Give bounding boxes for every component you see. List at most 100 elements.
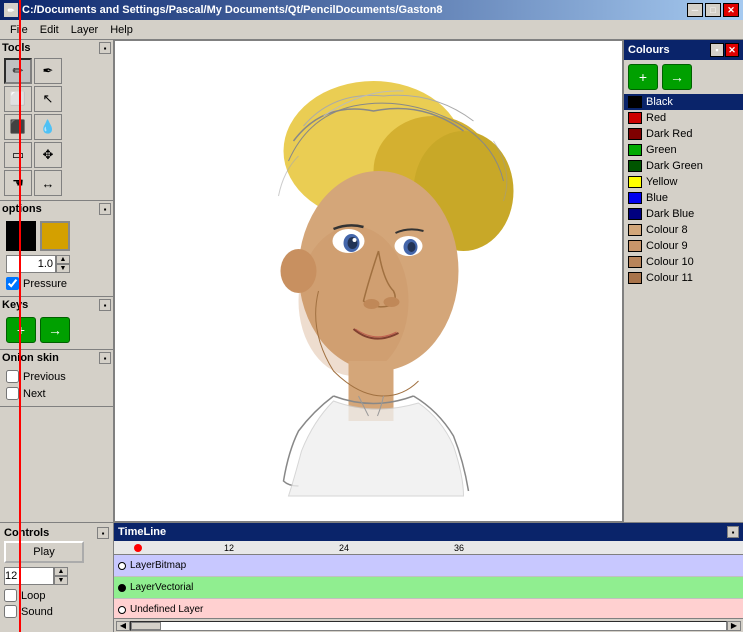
- color-add-btn[interactable]: +: [628, 64, 658, 90]
- previous-row: Previous: [6, 370, 107, 383]
- size-input[interactable]: 1.0: [6, 255, 56, 273]
- scroll-right-btn[interactable]: ▶: [727, 621, 741, 631]
- color-add-buttons: + →: [624, 60, 743, 94]
- key-add-btn[interactable]: +: [6, 317, 36, 343]
- primary-color-box[interactable]: [6, 221, 36, 251]
- tool-select[interactable]: ⬜: [4, 86, 32, 112]
- scroll-left-btn[interactable]: ◀: [116, 621, 130, 631]
- color-item[interactable]: Black: [624, 94, 743, 110]
- color-item[interactable]: Colour 8: [624, 222, 743, 238]
- tool-eraser[interactable]: ⬛: [4, 114, 32, 140]
- tool-arrow[interactable]: ↖: [34, 86, 62, 112]
- timeline-label: TimeLine: [118, 526, 166, 538]
- options-section: options ▪ 1.0 ▲ ▼: [0, 201, 113, 297]
- track-circle-undefined: [118, 606, 126, 614]
- left-panel: Tools ▪ ✏ ✒ ⬜ ↖ ⬛ 💧 ▭ ✥ ☚ ↔: [0, 40, 114, 522]
- frame-input[interactable]: 12: [4, 567, 54, 585]
- colors-header-buttons: ▪ ✕: [710, 43, 739, 57]
- size-up-btn[interactable]: ▲: [56, 255, 70, 264]
- key-remove-btn[interactable]: →: [40, 317, 70, 343]
- color-swatch: [628, 240, 642, 252]
- track-circle-bitmap: [118, 562, 126, 570]
- track-vector-name: LayerVectorial: [114, 577, 743, 598]
- scrollbar-track[interactable]: [130, 621, 727, 631]
- color-name: Blue: [646, 192, 668, 204]
- menu-layer[interactable]: Layer: [65, 22, 105, 38]
- loop-checkbox[interactable]: [4, 589, 17, 602]
- color-name: Colour 10: [646, 256, 694, 268]
- window-title: C:/Documents and Settings/Pascal/My Docu…: [22, 4, 687, 16]
- onion-float-btn[interactable]: ▪: [99, 352, 111, 364]
- ruler-needle: [134, 544, 142, 552]
- colors-label: Colours: [628, 44, 670, 56]
- menubar: File Edit Layer Help: [0, 20, 743, 40]
- timeline-float-btn[interactable]: ▪: [727, 526, 739, 538]
- tool-pencil[interactable]: ✏: [4, 58, 32, 84]
- sound-checkbox[interactable]: [4, 605, 17, 618]
- color-item[interactable]: Dark Red: [624, 126, 743, 142]
- color-item[interactable]: Colour 9: [624, 238, 743, 254]
- track-bitmap[interactable]: LayerBitmap: [114, 555, 743, 577]
- color-name: Red: [646, 112, 666, 124]
- frame-down-btn[interactable]: ▼: [54, 576, 68, 585]
- scrollbar-thumb[interactable]: [131, 622, 161, 630]
- color-item[interactable]: Yellow: [624, 174, 743, 190]
- menu-help[interactable]: Help: [104, 22, 139, 38]
- color-item[interactable]: Red: [624, 110, 743, 126]
- color-item[interactable]: Colour 10: [624, 254, 743, 270]
- tool-rect[interactable]: ▭: [4, 142, 32, 168]
- play-button[interactable]: Play: [4, 541, 84, 563]
- colors-restore-btn[interactable]: ▪: [710, 43, 724, 57]
- frame-up-btn[interactable]: ▲: [54, 567, 68, 576]
- timeline-scrollbar: ◀ ▶: [114, 618, 743, 632]
- keys-float-btn[interactable]: ▪: [99, 299, 111, 311]
- close-button[interactable]: ✕: [723, 3, 739, 17]
- controls-label: Controls: [4, 527, 49, 539]
- color-dup-btn[interactable]: →: [662, 64, 692, 90]
- size-down-btn[interactable]: ▼: [56, 264, 70, 273]
- timeline-area: TimeLine ▪ 12 24 36 LayerBitmap: [114, 523, 743, 632]
- track-undefined[interactable]: Undefined Layer: [114, 599, 743, 618]
- secondary-color-box[interactable]: [40, 221, 70, 251]
- colors-header: Colours ▪ ✕: [624, 40, 743, 60]
- tool-flip[interactable]: ↔: [34, 170, 62, 196]
- color-swatch: [628, 176, 642, 188]
- size-spinner: 1.0 ▲ ▼: [6, 255, 107, 273]
- bottom-panel: Controls ▪ Play 12 ▲ ▼ Loop Sound: [0, 522, 743, 632]
- pressure-checkbox[interactable]: [6, 277, 19, 290]
- color-swatch: [628, 112, 642, 124]
- content-row: Tools ▪ ✏ ✒ ⬜ ↖ ⬛ 💧 ▭ ✥ ☚ ↔: [0, 40, 743, 522]
- colors-close-btn[interactable]: ✕: [725, 43, 739, 57]
- keys-label: Keys: [2, 299, 28, 311]
- keys-section: Keys ▪ + →: [0, 297, 113, 350]
- minimize-button[interactable]: ─: [687, 3, 703, 17]
- titlebar-buttons: ─ □ ✕: [687, 3, 739, 17]
- tool-transform[interactable]: ✥: [34, 142, 62, 168]
- tool-hand[interactable]: ☚: [4, 170, 32, 196]
- tool-pen[interactable]: ✒: [34, 58, 62, 84]
- color-item[interactable]: Blue: [624, 190, 743, 206]
- main-container: Tools ▪ ✏ ✒ ⬜ ↖ ⬛ 💧 ▭ ✥ ☚ ↔: [0, 40, 743, 632]
- color-item[interactable]: Dark Green: [624, 158, 743, 174]
- color-name: Colour 8: [646, 224, 688, 236]
- canvas-area[interactable]: [114, 40, 623, 522]
- next-row: Next: [6, 387, 107, 400]
- tool-dropper[interactable]: 💧: [34, 114, 62, 140]
- previous-checkbox[interactable]: [6, 370, 19, 383]
- color-item[interactable]: Green: [624, 142, 743, 158]
- menu-edit[interactable]: Edit: [34, 22, 65, 38]
- next-checkbox[interactable]: [6, 387, 19, 400]
- controls-bottom: Controls ▪ Play 12 ▲ ▼ Loop Sound: [0, 523, 114, 632]
- color-swatch: [628, 96, 642, 108]
- maximize-button[interactable]: □: [705, 3, 721, 17]
- sound-label: Sound: [21, 606, 53, 618]
- size-spin-btns: ▲ ▼: [56, 255, 70, 273]
- options-float-btn[interactable]: ▪: [99, 203, 111, 215]
- tools-float-btn[interactable]: ▪: [99, 42, 111, 54]
- track-vector[interactable]: LayerVectorial: [114, 577, 743, 599]
- color-item[interactable]: Colour 11: [624, 270, 743, 286]
- controls-float-btn[interactable]: ▪: [97, 527, 109, 539]
- onion-section: Onion skin ▪ Previous Next: [0, 350, 113, 407]
- color-item[interactable]: Dark Blue: [624, 206, 743, 222]
- options-label: options: [2, 203, 42, 215]
